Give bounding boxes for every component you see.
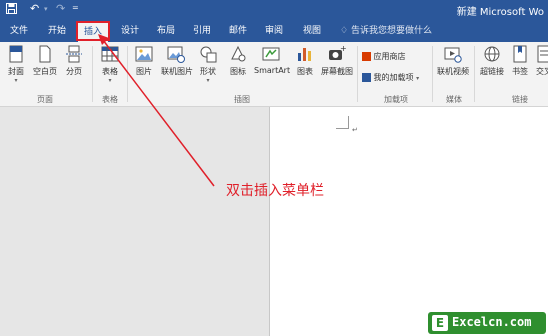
watermark-logo: E Excelcn.com (428, 312, 546, 334)
watermark-e-icon: E (432, 315, 448, 331)
annotation-text: 双击插入菜单栏 (226, 183, 324, 199)
annotation-arrow (98, 34, 215, 187)
watermark-text: Excelcn.com (452, 315, 532, 329)
